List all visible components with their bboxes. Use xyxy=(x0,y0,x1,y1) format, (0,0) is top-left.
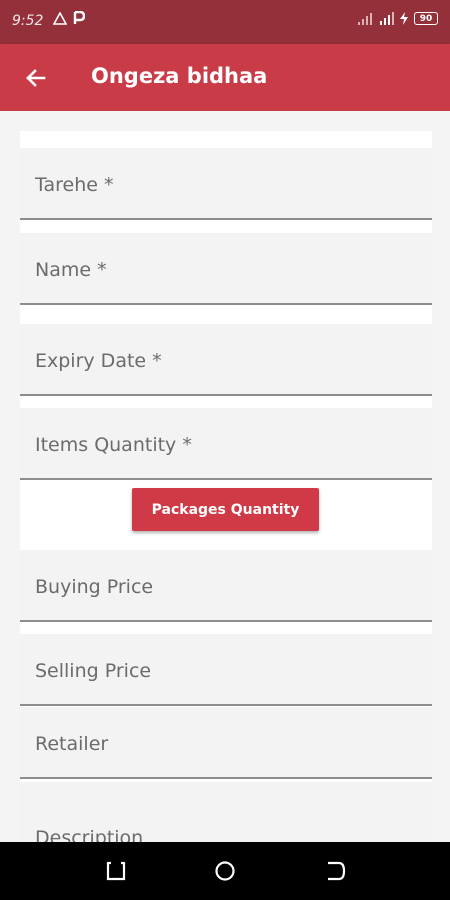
expiry-date-field[interactable]: Expiry Date * xyxy=(20,324,432,396)
battery-icon: 90 xyxy=(414,12,438,25)
page-title: Ongeza bidhaa xyxy=(91,64,268,88)
field-label: Selling Price xyxy=(35,660,152,682)
field-label: Retailer xyxy=(35,733,109,755)
battery-level: 90 xyxy=(419,13,433,24)
field-label: Description xyxy=(35,827,144,842)
signal-icon xyxy=(358,13,372,25)
buying-price-field[interactable]: Buying Price xyxy=(20,550,432,622)
field-label: Expiry Date * xyxy=(35,350,162,372)
packages-quantity-button[interactable]: Packages Quantity xyxy=(132,488,319,531)
arrow-back-icon xyxy=(26,69,46,87)
selling-price-field[interactable]: Selling Price xyxy=(20,634,432,706)
name-field[interactable]: Name * xyxy=(20,233,432,305)
status-left-icons xyxy=(53,11,85,25)
field-label: Name * xyxy=(35,259,107,281)
back-button[interactable] xyxy=(22,64,50,92)
retailer-field[interactable]: Retailer xyxy=(20,707,432,779)
status-time: 9:52 xyxy=(12,13,44,29)
field-label: Items Quantity * xyxy=(35,434,192,456)
status-bar: 9:52 90 xyxy=(0,0,450,44)
status-right-icons: 90 xyxy=(358,12,438,25)
charging-icon xyxy=(400,12,408,25)
form-scroll-area[interactable]: Tarehe * Name * Expiry Date * Items Quan… xyxy=(0,111,450,842)
wifi-icon xyxy=(380,12,394,25)
tarehe-field[interactable]: Tarehe * xyxy=(20,148,432,220)
recent-apps-icon[interactable] xyxy=(103,858,129,884)
description-field[interactable]: Description xyxy=(20,782,432,842)
warning-icon xyxy=(53,11,67,25)
back-nav-icon[interactable] xyxy=(322,858,348,884)
field-label: Tarehe * xyxy=(35,174,114,196)
items-quantity-field[interactable]: Items Quantity * xyxy=(20,408,432,480)
parking-icon xyxy=(73,11,85,24)
field-label: Buying Price xyxy=(35,576,154,598)
app-bar: Ongeza bidhaa xyxy=(0,44,450,111)
home-icon[interactable] xyxy=(212,858,238,884)
navigation-bar xyxy=(0,842,450,900)
